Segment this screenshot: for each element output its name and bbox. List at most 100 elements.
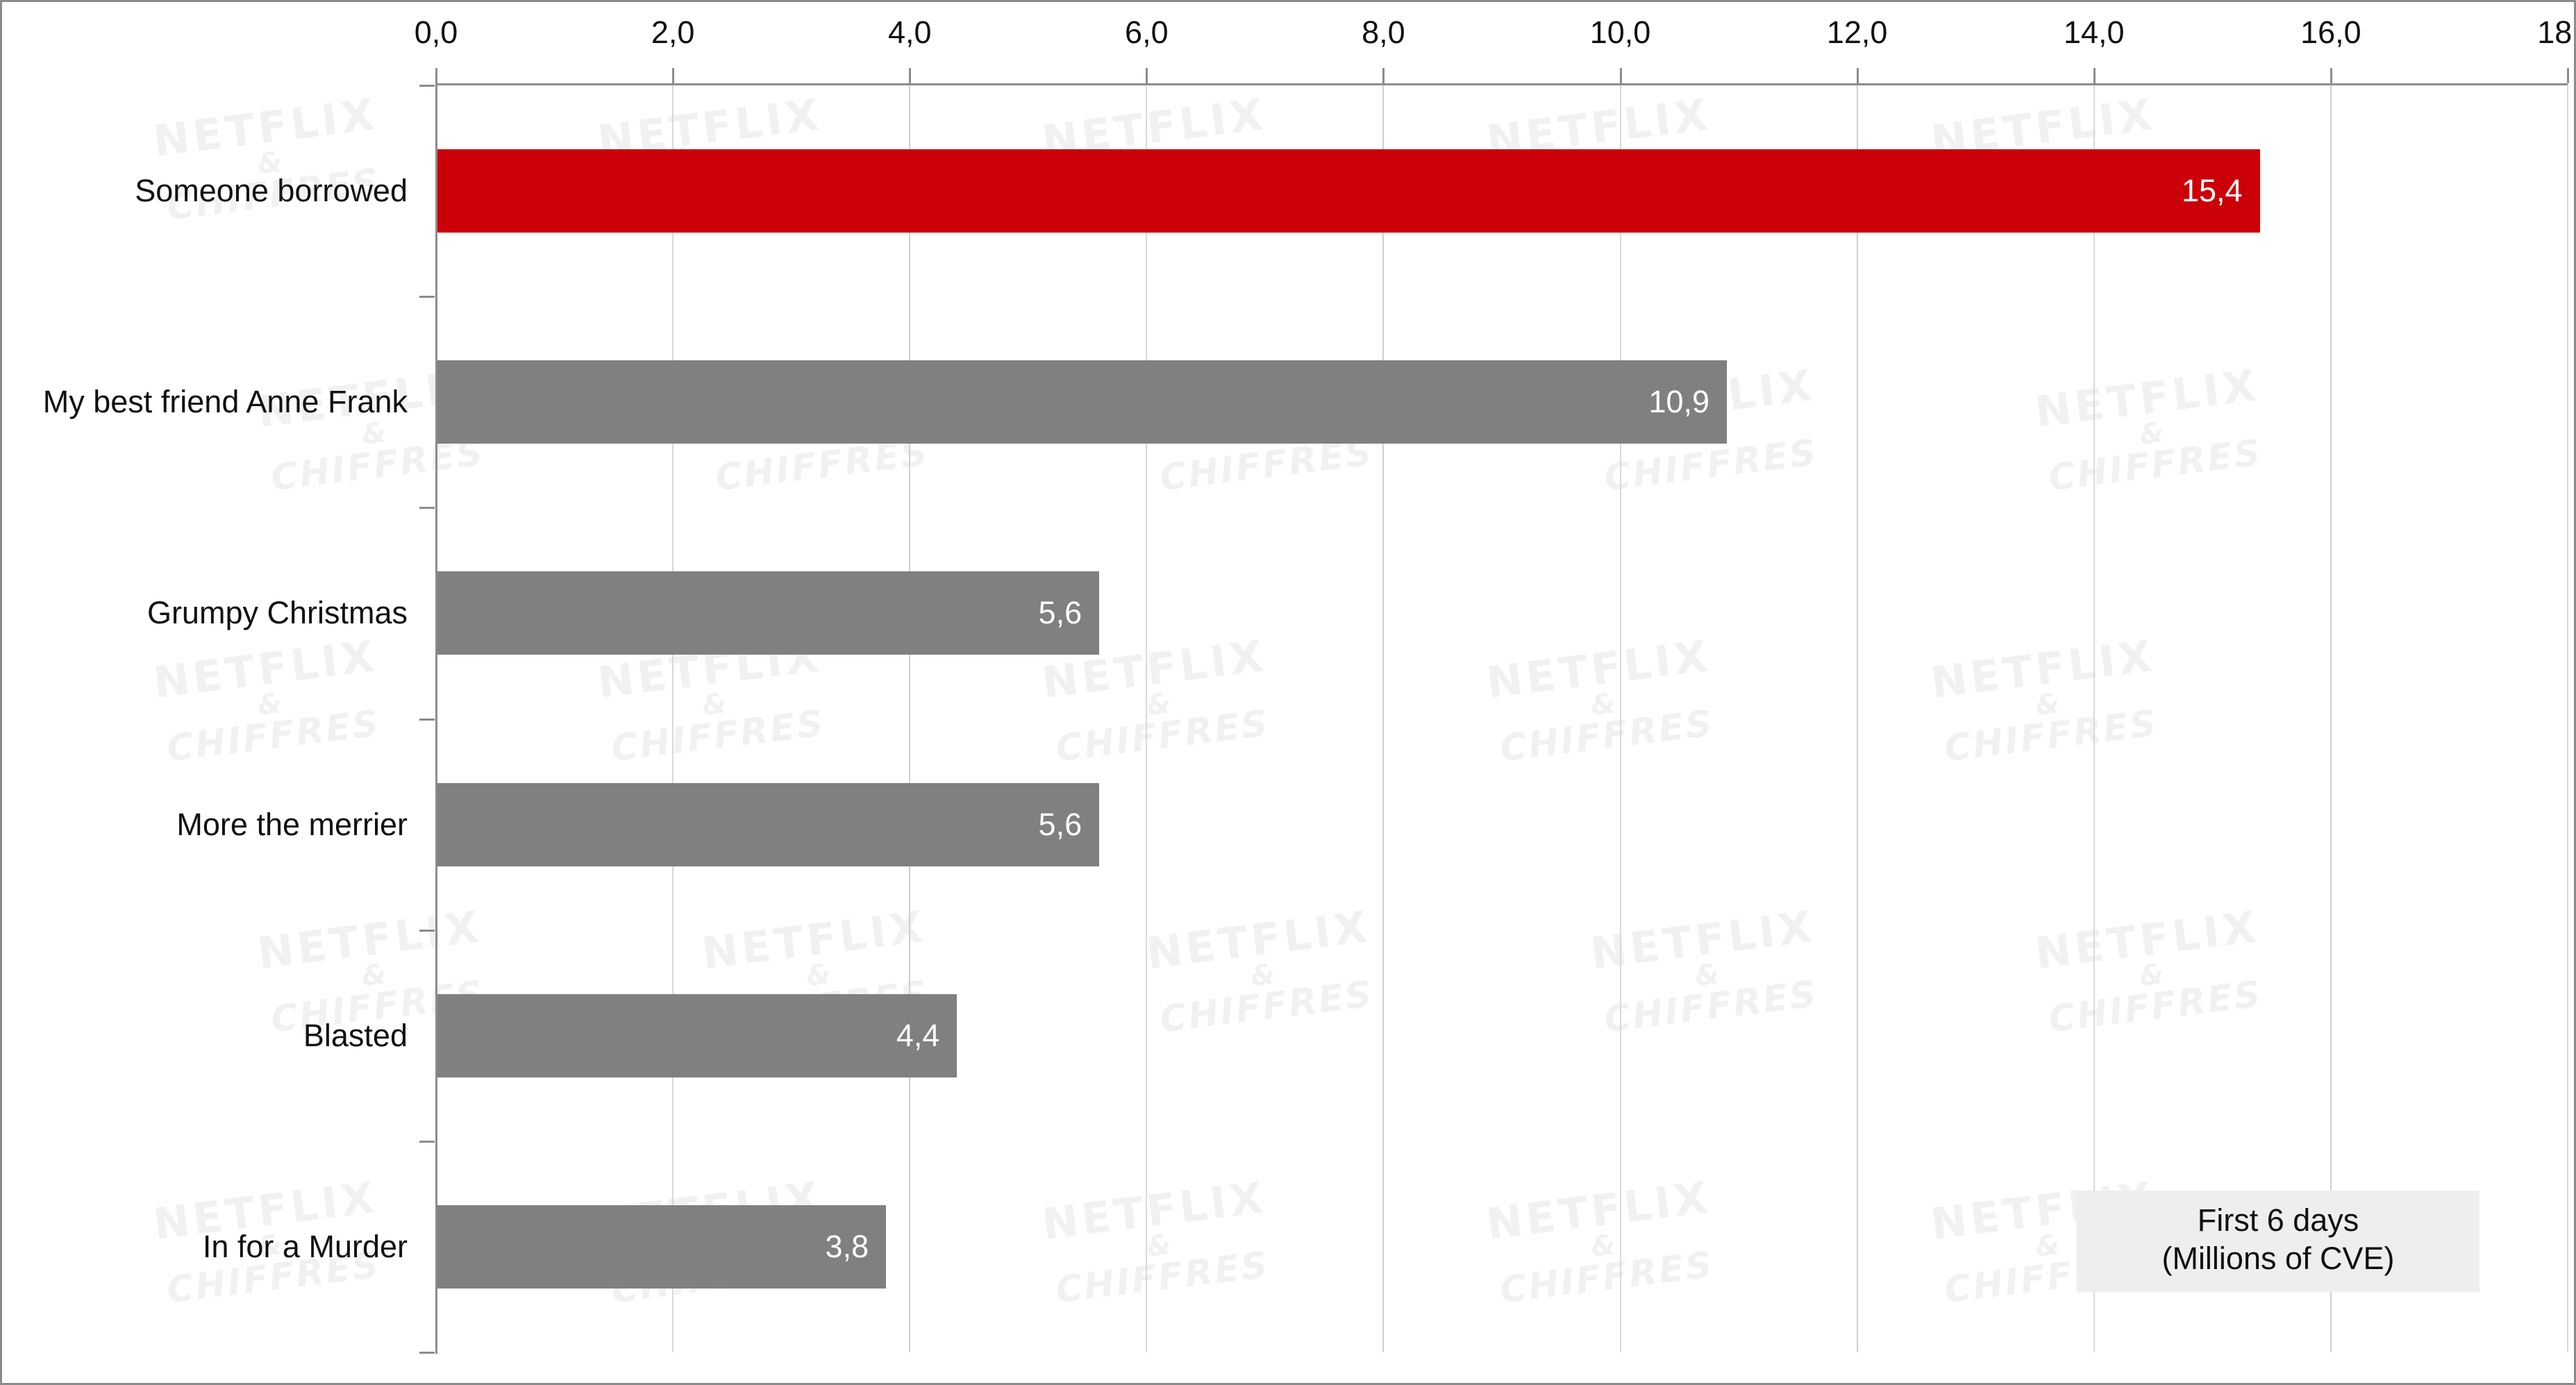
bar-value-label-0: 15,4 (2181, 173, 2243, 209)
gridline-2-0 (672, 85, 674, 1352)
watermark-tile: NETFLIX&CHIFFRES (1003, 1171, 1313, 1313)
watermark-tile: NETFLIX&CHIFFRES (1448, 630, 1757, 772)
watermark-netflix: NETFLIX (1483, 1171, 1714, 1250)
watermark-ampersand: & (1144, 1229, 1173, 1264)
x-tick-2 (909, 68, 912, 83)
x-tick-label: 2,0 (651, 15, 695, 50)
watermark-tile: NETFLIX&CHIFFRES (115, 630, 424, 772)
x-tick-0 (435, 68, 437, 83)
y-tick-1 (419, 296, 435, 299)
bar-5 (436, 1204, 887, 1289)
watermark-ampersand: & (1144, 687, 1173, 722)
watermark-netflix: NETFLIX (1143, 900, 1373, 979)
watermark-chiffres: CHIFFRES (1053, 703, 1272, 771)
category-label-0: Someone borrowed (135, 173, 408, 209)
watermark-ampersand: & (2137, 417, 2166, 451)
x-tick-4 (1382, 68, 1385, 83)
bar-value-label-1: 10,9 (1648, 384, 1710, 420)
bar-value-label-3: 5,6 (1038, 806, 1082, 842)
gridline-12-0 (1856, 85, 1858, 1352)
x-tick-3 (1146, 68, 1148, 83)
bar-value-label-4: 4,4 (896, 1017, 940, 1053)
annotation-line-1: First 6 days (2197, 1202, 2359, 1238)
x-tick-label: 14,0 (2063, 15, 2125, 50)
x-tick-8 (2330, 68, 2332, 83)
x-tick-label: 18,0 (2537, 15, 2574, 50)
annotation-line-2: (Millions of CVE) (2161, 1240, 2395, 1276)
watermark-tile: NETFLIX&CHIFFRES (1996, 359, 2306, 501)
bar-0 (436, 149, 2260, 233)
x-tick-label: 4,0 (887, 15, 932, 50)
watermark-netflix: NETFLIX (1927, 630, 2158, 708)
watermark-netflix: NETFLIX (1039, 1171, 1269, 1250)
watermark-chiffres: CHIFFRES (609, 703, 828, 771)
watermark-netflix: NETFLIX (254, 900, 485, 979)
watermark-chiffres: CHIFFRES (1498, 703, 1716, 771)
y-tick-4 (419, 929, 435, 932)
watermark-tile: NETFLIX&CHIFFRES (1552, 900, 1862, 1043)
bar-1 (436, 360, 1728, 444)
watermark-chiffres: CHIFFRES (2046, 973, 2265, 1041)
watermark-netflix: NETFLIX (699, 900, 929, 979)
watermark-ampersand: & (1589, 687, 1617, 722)
watermark-netflix: NETFLIX (150, 630, 380, 708)
watermark-netflix: NETFLIX (2032, 359, 2262, 437)
x-tick-label: 6,0 (1125, 15, 1169, 50)
gridline-8-0 (1382, 85, 1385, 1352)
watermark-tile: NETFLIX&CHIFFRES (1892, 630, 2202, 772)
watermark-chiffres: CHIFFRES (1498, 1244, 1716, 1312)
y-tick-2 (419, 507, 435, 510)
gridline-18-0 (2567, 85, 2568, 1352)
bar-2 (436, 571, 1100, 655)
y-axis-line (435, 73, 437, 1354)
annotation-box: First 6 days (Millions of CVE) (2077, 1191, 2479, 1292)
x-tick-label: 16,0 (2300, 15, 2361, 50)
x-tick-1 (672, 68, 675, 83)
watermark-tile: NETFLIX&CHIFFRES (115, 88, 424, 230)
x-tick-label: 8,0 (1362, 15, 1405, 50)
watermark-ampersand: & (256, 687, 284, 722)
watermark-chiffres: CHIFFRES (1157, 973, 1376, 1041)
category-label-5: In for a Murder (202, 1228, 408, 1264)
watermark-chiffres: CHIFFRES (1602, 973, 1821, 1041)
x-tick-6 (1856, 68, 1859, 83)
gridline-6-0 (1146, 85, 1148, 1352)
gridline-10-0 (1619, 85, 1621, 1352)
watermark-ampersand: & (1248, 958, 1277, 993)
category-label-1: My best friend Anne Frank (42, 384, 408, 420)
watermark-netflix: NETFLIX (150, 88, 380, 167)
y-tick-0 (419, 85, 435, 87)
x-tick-9 (2567, 68, 2569, 83)
bar-4 (436, 993, 957, 1077)
watermark-ampersand: & (1693, 958, 1721, 993)
watermark-ampersand: & (2137, 958, 2166, 993)
y-tick-5 (419, 1140, 435, 1143)
watermark-chiffres: CHIFFRES (1942, 703, 2161, 771)
category-label-4: Blasted (303, 1017, 408, 1053)
x-tick-label: 12,0 (1826, 15, 1888, 50)
gridline-14-0 (2093, 85, 2095, 1352)
x-axis-line (436, 83, 2568, 85)
watermark-ampersand: & (700, 687, 728, 722)
bar-3 (436, 782, 1100, 866)
x-tick-label: 0,0 (414, 15, 458, 50)
category-label-2: Grumpy Christmas (147, 595, 408, 631)
watermark-chiffres: CHIFFRES (165, 703, 383, 771)
category-label-3: More the merrier (176, 806, 408, 842)
x-tick-label: 10,0 (1589, 15, 1651, 50)
watermark-ampersand: & (1589, 1229, 1617, 1264)
y-tick-6 (419, 1352, 435, 1354)
watermark-netflix: NETFLIX (1587, 900, 1818, 979)
watermark-netflix: NETFLIX (2032, 900, 2262, 979)
gridline-16-0 (2330, 85, 2332, 1352)
watermark-ampersand: & (2033, 687, 2061, 722)
watermark-chiffres: CHIFFRES (2046, 432, 2265, 500)
x-tick-7 (2093, 68, 2096, 83)
watermark-netflix: NETFLIX (1483, 630, 1714, 708)
bar-value-label-2: 5,6 (1038, 595, 1082, 631)
bar-chart: NETFLIX&CHIFFRESNETFLIX&CHIFFRESNETFLIX&… (0, 0, 2576, 1385)
gridline-4-0 (909, 85, 911, 1352)
x-tick-5 (1619, 68, 1622, 83)
y-tick-3 (419, 718, 435, 721)
watermark-tile: NETFLIX&CHIFFRES (1996, 900, 2306, 1043)
